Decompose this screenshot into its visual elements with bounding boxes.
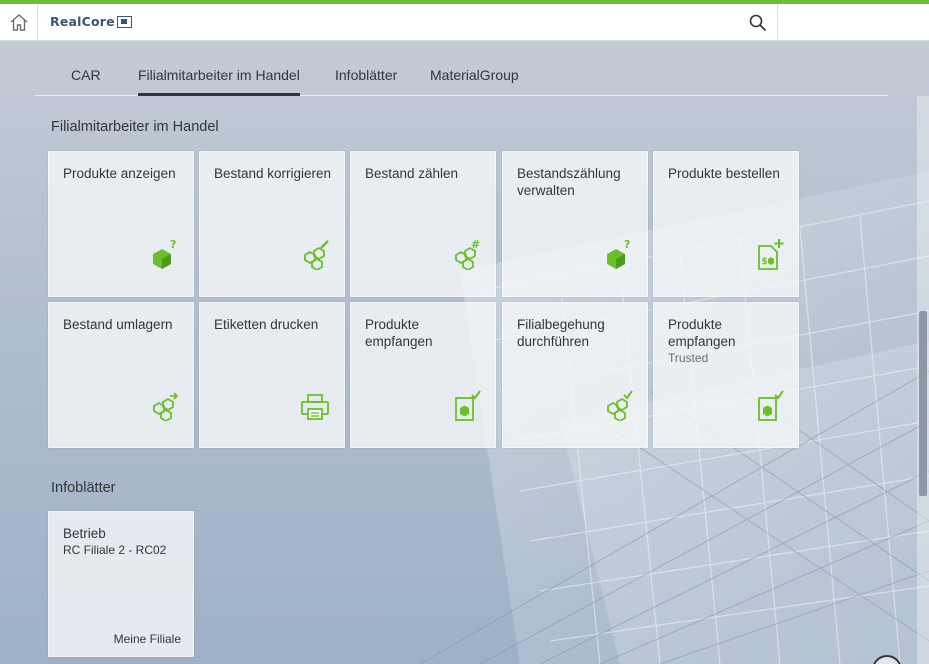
company-logo-text: RealCore [50,14,115,29]
search-button[interactable] [738,4,778,41]
tile-title: Bestand korrigieren [214,166,332,181]
svg-text:$: $ [762,257,768,267]
tile-title: Produkte anzeigen [63,166,176,181]
tab-infoblaetter[interactable]: Infoblätter [335,58,397,96]
scrollbar-thumb[interactable] [919,311,927,496]
vertical-scrollbar[interactable] [917,96,929,664]
tile-filialbegehung-durchfuehren[interactable]: Filialbegehung durchführen [502,302,648,448]
svg-text:#: # [471,238,480,251]
tile-title: Produkte empfangen [365,317,433,349]
tile-title: Produkte bestellen [668,166,780,181]
tile-produkte-empfangen-trusted[interactable]: Produkte empfangen Trusted [653,302,799,448]
tile-bestandszaehlung-verwalten[interactable]: Bestandszählung verwalten ? [502,151,648,297]
tile-produkte-anzeigen[interactable]: Produkte anzeigen ? [48,151,194,297]
stock-edit-icon [304,240,329,270]
tab-materialgroup[interactable]: MaterialGroup [430,58,519,96]
order-document-icon: $ [758,239,784,270]
stock-transfer-icon [153,392,179,421]
tile-footer: Meine Filiale [113,632,181,646]
tile-subtitle: RC Filiale 2 - RC02 [63,543,167,557]
tile-title: Bestand zählen [365,166,459,181]
tile-produkte-empfangen[interactable]: Produkte empfangen [350,302,496,448]
tab-bar: CAR Filialmitarbeiter im Handel Infoblät… [35,58,888,96]
printer-icon [301,394,329,420]
tile-title: Bestandszählung verwalten [517,166,621,198]
receive-document-icon [758,390,784,421]
tile-subtitle: Trusted [668,351,709,365]
group-title-filialmitarbeiter: Filialmitarbeiter im Handel [51,119,219,135]
tile-title: Betrieb [63,526,106,541]
stock-check-icon [607,390,633,421]
tile-bestand-zaehlen[interactable]: Bestand zählen # [350,151,496,297]
company-logo: RealCore [50,14,132,29]
receive-document-icon [455,390,481,421]
search-icon [749,14,766,31]
home-button[interactable] [0,4,38,41]
logo-mark-icon [116,15,132,28]
stock-count-icon: # [455,238,480,270]
product-query-icon: ? [607,238,630,269]
tile-bestand-korrigieren[interactable]: Bestand korrigieren [199,151,345,297]
shell-bar: RealCore [0,0,929,41]
svg-text:?: ? [170,238,176,251]
tile-title: Etiketten drucken [214,317,319,332]
tab-car[interactable]: CAR [71,58,101,96]
group-title-infoblaetter: Infoblätter [51,480,116,496]
home-icon [10,14,27,31]
tile-etiketten-drucken[interactable]: Etiketten drucken [199,302,345,448]
svg-text:?: ? [624,238,630,251]
tile-title: Bestand umlagern [63,317,173,332]
tile-betrieb[interactable]: Betrieb RC Filiale 2 - RC02 Meine Filial… [48,511,194,657]
tile-produkte-bestellen[interactable]: Produkte bestellen $ [653,151,799,297]
tile-bestand-umlagern[interactable]: Bestand umlagern [48,302,194,448]
tab-filialmitarbeiter[interactable]: Filialmitarbeiter im Handel [138,58,300,96]
product-query-icon: ? [153,238,176,269]
tile-title: Filialbegehung durchführen [517,317,605,349]
tile-title: Produkte empfangen [668,317,736,349]
